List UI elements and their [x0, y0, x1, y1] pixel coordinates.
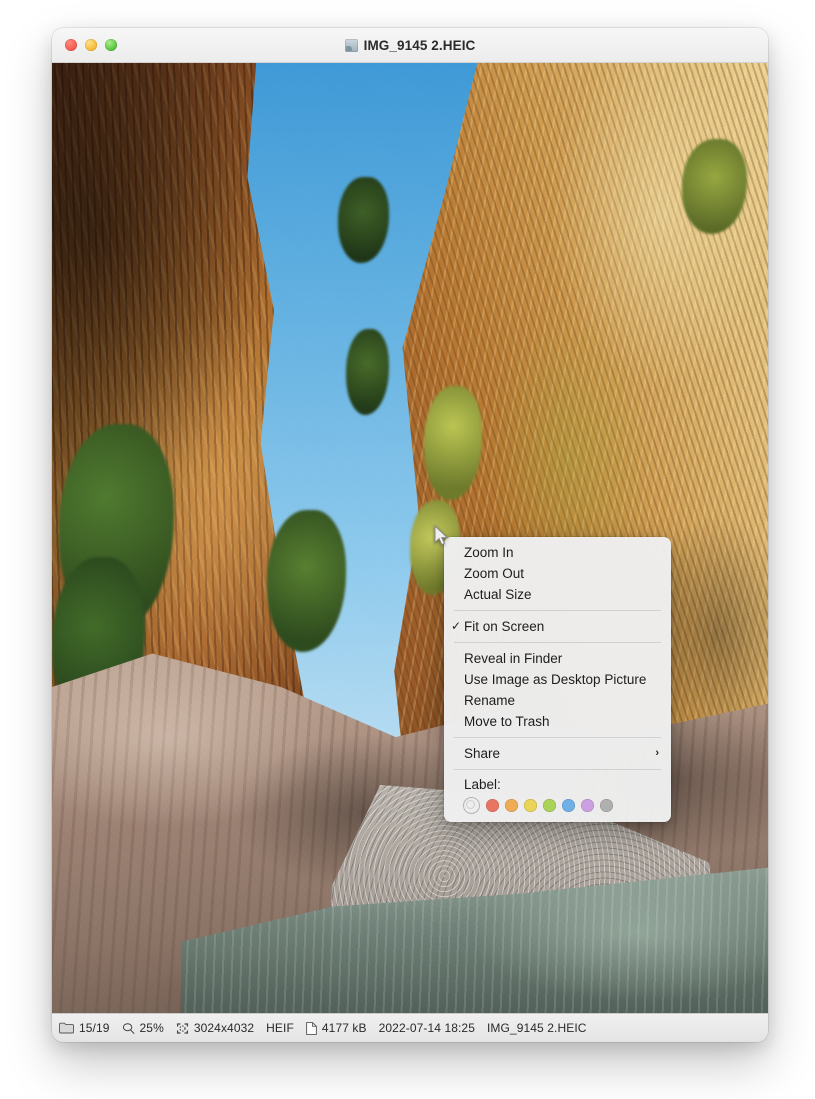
menu-item-label: Reveal in Finder: [464, 651, 563, 666]
menu-separator: [454, 610, 661, 611]
label-none-swatch[interactable]: [463, 797, 480, 814]
menu-item-move-to-trash[interactable]: Move to Trash: [444, 711, 671, 732]
menu-item-label: Actual Size: [464, 587, 532, 602]
status-format-text: HEIF: [266, 1021, 294, 1035]
status-index-text: 15/19: [79, 1021, 110, 1035]
traffic-light-group: [65, 28, 117, 62]
menu-item-share[interactable]: Share ›: [444, 743, 671, 764]
menu-separator: [454, 737, 661, 738]
menu-item-label: Use Image as Desktop Picture: [464, 672, 647, 687]
menu-item-label: Fit on Screen: [464, 619, 545, 634]
window-titlebar: IMG_9145 2.HEIC: [52, 28, 768, 63]
crop-marks-icon: [176, 1022, 189, 1035]
menu-separator: [454, 769, 661, 770]
status-item-filename: IMG_9145 2.HEIC: [487, 1021, 594, 1035]
image-file-icon: [344, 38, 358, 52]
label-section-title: Label:: [464, 777, 501, 792]
status-filename-text: IMG_9145 2.HEIC: [486, 1021, 587, 1035]
menu-item-label: Zoom In: [464, 545, 514, 560]
menu-item-reveal-in-finder[interactable]: Reveal in Finder: [444, 648, 671, 669]
label-green-swatch[interactable]: [543, 799, 556, 812]
menu-item-use-image-as-desktop-picture[interactable]: Use Image as Desktop Picture: [444, 669, 671, 690]
document-icon: [306, 1021, 317, 1035]
label-swatch-row: [444, 795, 671, 814]
magnifier-icon: [122, 1022, 135, 1035]
label-gray-swatch[interactable]: [600, 799, 613, 812]
menu-separator: [454, 642, 661, 643]
maximize-button[interactable]: [105, 39, 117, 51]
close-button[interactable]: [65, 39, 77, 51]
image-canvas[interactable]: Zoom In Zoom Out Actual Size ✓ Fit on Sc…: [52, 63, 768, 1013]
minimize-button[interactable]: [85, 39, 97, 51]
menu-item-zoom-in[interactable]: Zoom In: [444, 542, 671, 563]
status-item-datetime: 2022-07-14 18:25: [379, 1021, 482, 1035]
status-item-index: 15/19: [59, 1021, 117, 1035]
menu-item-label: Zoom Out: [464, 566, 525, 581]
chevron-right-icon: ›: [655, 747, 659, 759]
mouse-cursor: [434, 525, 449, 546]
image-viewer-window: IMG_9145 2.HEIC Zoom In Zoom Out Actual …: [52, 28, 768, 1042]
menu-item-fit-on-screen[interactable]: ✓ Fit on Screen: [444, 616, 671, 637]
folder-icon: [59, 1022, 74, 1034]
menu-item-label: Rename: [464, 693, 516, 708]
status-item-dimensions: 3024x4032: [176, 1021, 261, 1035]
status-datetime-text: 2022-07-14 18:25: [378, 1021, 475, 1035]
checkmark-icon: ✓: [451, 619, 462, 633]
menu-item-rename[interactable]: Rename: [444, 690, 671, 711]
menu-item-zoom-out[interactable]: Zoom Out: [444, 563, 671, 584]
menu-item-label: Move to Trash: [464, 714, 550, 729]
status-item-filesize: 4177 kB: [306, 1021, 374, 1035]
window-title: IMG_9145 2.HEIC: [363, 37, 476, 53]
label-purple-swatch[interactable]: [581, 799, 594, 812]
menu-item-label: Share: [464, 746, 501, 761]
menu-item-actual-size[interactable]: Actual Size: [444, 584, 671, 605]
label-red-swatch[interactable]: [486, 799, 499, 812]
window-title-group: IMG_9145 2.HEIC: [52, 28, 768, 62]
status-item-format: HEIF: [266, 1021, 301, 1035]
status-item-zoom: 25%: [122, 1021, 171, 1035]
status-bar: 15/19 25% 3024x4032 HEIF 4177 kB 2022-07…: [52, 1013, 768, 1042]
label-blue-swatch[interactable]: [562, 799, 575, 812]
status-filesize-text: 4177 kB: [321, 1021, 367, 1035]
status-zoom-text: 25%: [139, 1021, 164, 1035]
label-yellow-swatch[interactable]: [524, 799, 537, 812]
status-dimensions-text: 3024x4032: [193, 1021, 255, 1035]
label-orange-swatch[interactable]: [505, 799, 518, 812]
context-menu: Zoom In Zoom Out Actual Size ✓ Fit on Sc…: [444, 537, 671, 822]
